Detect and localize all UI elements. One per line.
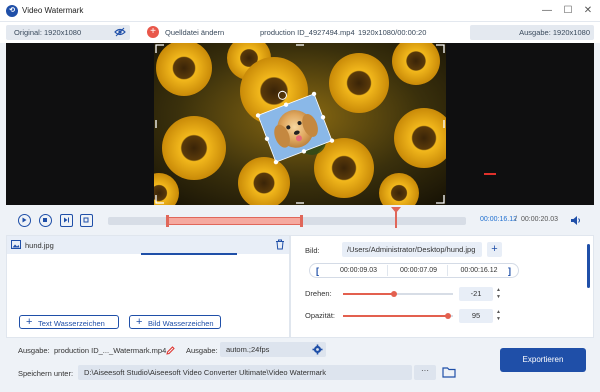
original-resolution-tab: Original: 1920x1080 xyxy=(6,25,130,40)
window-title: Video Watermark xyxy=(22,6,84,15)
output-format-field[interactable]: autom.;24fps xyxy=(220,342,326,357)
edit-pencil-icon[interactable] xyxy=(166,346,175,355)
file-name-label: production ID_4927494.mp4 xyxy=(260,28,355,37)
add-image-button[interactable]: + xyxy=(487,242,502,257)
current-time: 00:00:16.12 xyxy=(480,216,517,223)
output-resolution-label: Ausgabe: 1920x1080 xyxy=(519,28,590,37)
save-location-field[interactable]: D:\Aiseesoft Studio\Aiseesoft Video Conv… xyxy=(78,365,412,380)
playhead-cap-icon[interactable] xyxy=(391,207,401,213)
opacity-down-icon[interactable]: ▼ xyxy=(495,316,502,323)
watermark-time-range: [ 00:00:09.03 00:00:07.09 00:00:16.12 ] xyxy=(309,263,519,278)
close-button[interactable]: ✕ xyxy=(579,3,597,19)
plus-icon: + xyxy=(26,316,33,328)
watermark-settings-panel: Bild: /Users/Administrator/Desktop/hund.… xyxy=(290,235,594,338)
total-time: 00:00:20.03 xyxy=(521,216,558,223)
browse-button[interactable]: ··· xyxy=(414,365,436,380)
add-text-watermark-button[interactable]: + Text Wasserzeichen xyxy=(19,315,119,329)
add-source-icon[interactable]: + xyxy=(147,26,159,38)
opacity-value-field[interactable]: 95 xyxy=(459,309,493,323)
opacity-slider-fill xyxy=(343,315,448,317)
open-folder-icon[interactable] xyxy=(442,365,456,379)
file-resolution-label: 1920x1080/00:00:20 xyxy=(358,28,427,37)
video-frame xyxy=(154,43,446,205)
image-path-value: /Users/Administrator/Desktop/hund.jpg xyxy=(347,245,476,254)
output-format-value: autom.;24fps xyxy=(226,345,270,354)
add-image-watermark-button[interactable]: + Bild Wasserzeichen xyxy=(129,315,221,329)
maximize-button[interactable]: ☐ xyxy=(559,3,577,19)
range-start-bracket[interactable]: [ xyxy=(316,266,319,276)
stop-icon xyxy=(43,218,47,222)
watermark-list-panel: hund.jpg + Text Wasserzeichen + Bild Was… xyxy=(6,235,290,338)
range-start-handle[interactable] xyxy=(166,215,169,227)
save-location-label: Speichern unter: xyxy=(18,369,74,378)
original-resolution-label: Original: 1920x1080 xyxy=(14,28,82,37)
output-file-label: Ausgabe: xyxy=(18,346,50,355)
play-icon xyxy=(22,217,27,223)
add-text-watermark-label: Text Wasserzeichen xyxy=(38,319,105,328)
opacity-up-icon[interactable]: ▲ xyxy=(495,309,502,316)
rotate-slider-knob[interactable] xyxy=(391,291,397,297)
playback-bar: 00:00:16.12 / 00:00:20.03 xyxy=(6,205,594,235)
time-separator: / xyxy=(515,216,517,223)
add-image-watermark-label: Bild Wasserzeichen xyxy=(148,319,214,328)
app-logo-icon: ⟲ xyxy=(6,5,18,17)
row-progress-indicator xyxy=(141,253,237,255)
change-source-button[interactable]: Quelldatei ändern xyxy=(165,28,224,37)
watermark-file-name: hund.jpg xyxy=(25,241,54,250)
gear-icon[interactable] xyxy=(312,344,323,355)
plus-icon: + xyxy=(136,316,143,328)
duration-time-field[interactable]: 00:00:07.09 xyxy=(390,265,448,276)
volume-icon[interactable] xyxy=(570,215,582,226)
end-time-field[interactable]: 00:00:16.12 xyxy=(450,265,508,276)
play-range-button[interactable] xyxy=(60,214,73,227)
export-button[interactable]: Exportieren xyxy=(500,348,586,372)
eye-icon[interactable] xyxy=(114,27,126,37)
output-file-name: production ID_..._Watermark.mp4 xyxy=(54,346,167,355)
start-time-field[interactable]: 00:00:09.03 xyxy=(330,265,388,276)
image-icon xyxy=(11,240,21,249)
rotate-down-icon[interactable]: ▼ xyxy=(495,294,502,301)
opacity-slider-knob[interactable] xyxy=(445,313,451,319)
sunflower-video-image xyxy=(154,43,446,205)
loop-icon xyxy=(83,217,89,223)
minimize-button[interactable]: — xyxy=(538,3,556,19)
rotate-up-icon[interactable]: ▲ xyxy=(495,287,502,294)
output-bar: Ausgabe: production ID_..._Watermark.mp4… xyxy=(0,338,600,392)
play-range-icon xyxy=(64,217,69,223)
opacity-label: Opazität: xyxy=(305,311,336,320)
range-end-handle[interactable] xyxy=(300,215,303,227)
image-path-field[interactable]: /Users/Administrator/Desktop/hund.jpg xyxy=(342,242,482,257)
stop-button[interactable] xyxy=(39,214,52,227)
rotate-slider-fill xyxy=(343,293,394,295)
loop-button[interactable] xyxy=(80,214,93,227)
rotate-label: Drehen: xyxy=(305,289,332,298)
title-bar: ⟲ Video Watermark — ☐ ✕ xyxy=(0,0,600,22)
output-format-label: Ausgabe: xyxy=(186,346,218,355)
settings-scrollbar[interactable] xyxy=(587,244,590,288)
range-end-bracket[interactable]: ] xyxy=(508,266,511,276)
info-bar: Original: 1920x1080 + Quelldatei ändern … xyxy=(0,22,600,43)
video-preview xyxy=(6,43,594,205)
timeline-selected-range[interactable] xyxy=(167,217,302,225)
image-label: Bild: xyxy=(305,246,320,255)
output-resolution-tab: Ausgabe: 1920x1080 xyxy=(470,25,594,40)
trash-icon[interactable] xyxy=(275,239,285,250)
play-button[interactable] xyxy=(18,214,31,227)
rotate-value-field[interactable]: -21 xyxy=(459,287,493,301)
list-item[interactable]: hund.jpg xyxy=(7,236,289,254)
save-location-value: D:\Aiseesoft Studio\Aiseesoft Video Conv… xyxy=(84,368,327,377)
position-marker xyxy=(484,173,496,175)
